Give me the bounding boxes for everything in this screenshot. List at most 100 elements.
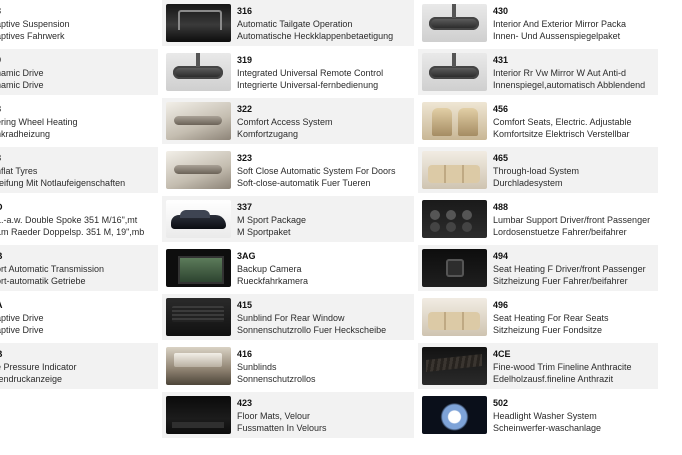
option-item[interactable]: 3AG Backup Camera Rueckfahrkamera — [162, 245, 414, 291]
option-name-en: Floor Mats, Velour — [237, 410, 311, 421]
option-item[interactable]: DL.-a.w. Double Spoke 351 M/16",mt Lm Rae… — [0, 196, 158, 242]
seat-controls-image — [422, 200, 487, 238]
option-text: 488 Lumbar Support Driver/front Passenger… — [493, 201, 654, 239]
option-name-en: Interior And Exterior Mirror Packa — [493, 18, 627, 29]
option-item[interactable]: 3aptive Suspension aptives Fahrwerk — [0, 0, 158, 46]
option-item[interactable]: 431 Interior Rr Vw Mirror W Aut Anti-d Inn… — [418, 49, 658, 95]
option-name-en: Seat Heating F Driver/front Passenger — [493, 263, 646, 274]
option-text: 8nflat Tyres reifung Mit Notlaufeigenscha… — [0, 152, 154, 190]
option-item[interactable]: Bort Automatic Transmission ort-automatik… — [0, 245, 158, 291]
option-name-en: aptive Suspension — [0, 18, 70, 29]
option-code: B — [0, 348, 154, 361]
option-code: B — [0, 250, 154, 263]
option-item[interactable]: 4CE Fine-wood Trim Fineline Anthracite Ede… — [418, 343, 658, 389]
option-name-de: Komfortsitze Elektrisch Verstellbar — [493, 129, 630, 140]
option-text: 8ering Wheel Heating nkradheizung — [0, 103, 154, 141]
door-handle-image — [166, 102, 231, 140]
option-text: Aaptive Drive aptive Drive — [0, 299, 154, 337]
option-item[interactable]: Be Pressure Indicator fendruckanzeige — [0, 343, 158, 389]
option-code: 322 — [237, 104, 253, 114]
option-name-de: Automatische Heckklappenbetaetigung — [237, 31, 394, 42]
options-column-2: 316 Automatic Tailgate Operation Automatis… — [162, 0, 414, 441]
option-item[interactable]: 488 Lumbar Support Driver/front Passenger… — [418, 196, 658, 242]
option-item[interactable]: 8ering Wheel Heating nkradheizung — [0, 98, 158, 144]
option-code: 465 — [493, 153, 509, 163]
option-code: 8 — [0, 152, 154, 165]
option-name-de: ort-automatik Getriebe — [0, 276, 86, 287]
option-name-en: Backup Camera — [237, 263, 302, 274]
option-name-de: M Sportpaket — [237, 227, 291, 238]
option-name-de: namic Drive — [0, 80, 44, 91]
options-column-1: 3aptive Suspensionaptives Fahrwerk9namic… — [0, 0, 158, 392]
option-name-de: Soft-close-automatik Fuer Tueren — [237, 178, 371, 189]
option-text: 337 M Sport Package M Sportpaket — [237, 201, 410, 239]
option-code: 9 — [0, 54, 154, 67]
option-text: 496 Seat Heating For Rear Seats Sitzheizun… — [493, 299, 654, 337]
option-item[interactable]: Aaptive Drive aptive Drive — [0, 294, 158, 340]
option-text: 319 Integrated Universal Remote Control In… — [237, 54, 410, 92]
option-code: 456 — [493, 104, 509, 114]
option-item[interactable]: 423 Floor Mats, Velour Fussmatten In Velou… — [162, 392, 414, 438]
option-text: 3AG Backup Camera Rueckfahrkamera — [237, 250, 410, 288]
option-name-de: Durchladesystem — [493, 178, 563, 189]
option-name-de: aptives Fahrwerk — [0, 31, 65, 42]
option-name-en: aptive Drive — [0, 312, 44, 323]
option-text: 416 Sunblinds Sonnenschutzrollos — [237, 348, 410, 386]
option-code: 337 — [237, 202, 253, 212]
option-name-de: Lordosenstuetze Fahrer/beifahrer — [493, 227, 627, 238]
option-item[interactable]: 322 Comfort Access System Komfortzugang — [162, 98, 414, 144]
option-item[interactable]: 456 Comfort Seats, Electric. Adjustable Ko… — [418, 98, 658, 144]
option-item[interactable]: 323 Soft Close Automatic System For Doors… — [162, 147, 414, 193]
wood-trim-image — [422, 347, 487, 385]
option-code: 4CE — [493, 349, 511, 359]
option-name-en: Comfort Seats, Electric. Adjustable — [493, 116, 632, 127]
option-item[interactable]: 430 Interior And Exterior Mirror Packa Inn… — [418, 0, 658, 46]
option-code: 3AG — [237, 251, 256, 261]
rear-seat-image — [422, 151, 487, 189]
option-name-en: nflat Tyres — [0, 165, 38, 176]
option-name-en: Fine-wood Trim Fineline Anthracite — [493, 361, 632, 372]
option-name-de: Fussmatten In Velours — [237, 423, 327, 434]
option-item[interactable]: 319 Integrated Universal Remote Control In… — [162, 49, 414, 95]
option-item[interactable]: 8nflat Tyres reifung Mit Notlaufeigenscha… — [0, 147, 158, 193]
option-code: 502 — [493, 398, 509, 408]
option-code: 415 — [237, 300, 253, 310]
option-name-en: Through-load System — [493, 165, 580, 176]
option-code: 319 — [237, 55, 253, 65]
option-text: 322 Comfort Access System Komfortzugang — [237, 103, 410, 141]
option-name-en: Automatic Tailgate Operation — [237, 18, 353, 29]
option-item[interactable]: 415 Sunblind For Rear Window Sonnenschutzr… — [162, 294, 414, 340]
option-name-en: e Pressure Indicator — [0, 361, 77, 372]
mirror-image — [422, 4, 487, 42]
option-name-en: M Sport Package — [237, 214, 307, 225]
option-name-en: L.-a.w. Double Spoke 351 M/16",mt — [0, 214, 138, 225]
option-item[interactable]: 416 Sunblinds Sonnenschutzrollos — [162, 343, 414, 389]
option-code: 431 — [493, 55, 509, 65]
option-item[interactable]: 502 Headlight Washer System Scheinwerfer-w… — [418, 392, 658, 438]
option-name-de: Integrierte Universal-fernbedienung — [237, 80, 379, 91]
headlight-image — [422, 396, 487, 434]
option-text: 3aptive Suspension aptives Fahrwerk — [0, 5, 154, 43]
option-name-de: Komfortzugang — [237, 129, 299, 140]
option-name-en: ort Automatic Transmission — [0, 263, 105, 274]
option-name-en: Soft Close Automatic System For Doors — [237, 165, 396, 176]
door-handle-image — [166, 151, 231, 189]
mirror-image — [166, 53, 231, 91]
option-text: 502 Headlight Washer System Scheinwerfer-w… — [493, 397, 654, 435]
rear-tailgate-image — [166, 4, 231, 42]
option-text: DL.-a.w. Double Spoke 351 M/16",mt Lm Rae… — [0, 201, 154, 239]
option-text: 430 Interior And Exterior Mirror Packa Inn… — [493, 5, 654, 43]
option-code: D — [0, 201, 154, 214]
option-name-de: reifung Mit Notlaufeigenschaften — [0, 178, 126, 189]
option-text: 4CE Fine-wood Trim Fineline Anthracite Ede… — [493, 348, 654, 386]
option-name-de: Scheinwerfer-waschanlage — [493, 423, 602, 434]
option-item[interactable]: 9namic Drivenamic Drive — [0, 49, 158, 95]
option-item[interactable]: 465 Through-load System Durchladesystem — [418, 147, 658, 193]
option-code: 423 — [237, 398, 253, 408]
option-item[interactable]: 316 Automatic Tailgate Operation Automatis… — [162, 0, 414, 46]
option-name-de: Sonnenschutzrollo Fuer Heckscheibe — [237, 325, 387, 336]
option-item[interactable]: 496 Seat Heating For Rear Seats Sitzheizun… — [418, 294, 658, 340]
option-item[interactable]: 337 M Sport Package M Sportpaket — [162, 196, 414, 242]
floor-mat-image — [166, 396, 231, 434]
option-item[interactable]: 494 Seat Heating F Driver/front Passenger… — [418, 245, 658, 291]
